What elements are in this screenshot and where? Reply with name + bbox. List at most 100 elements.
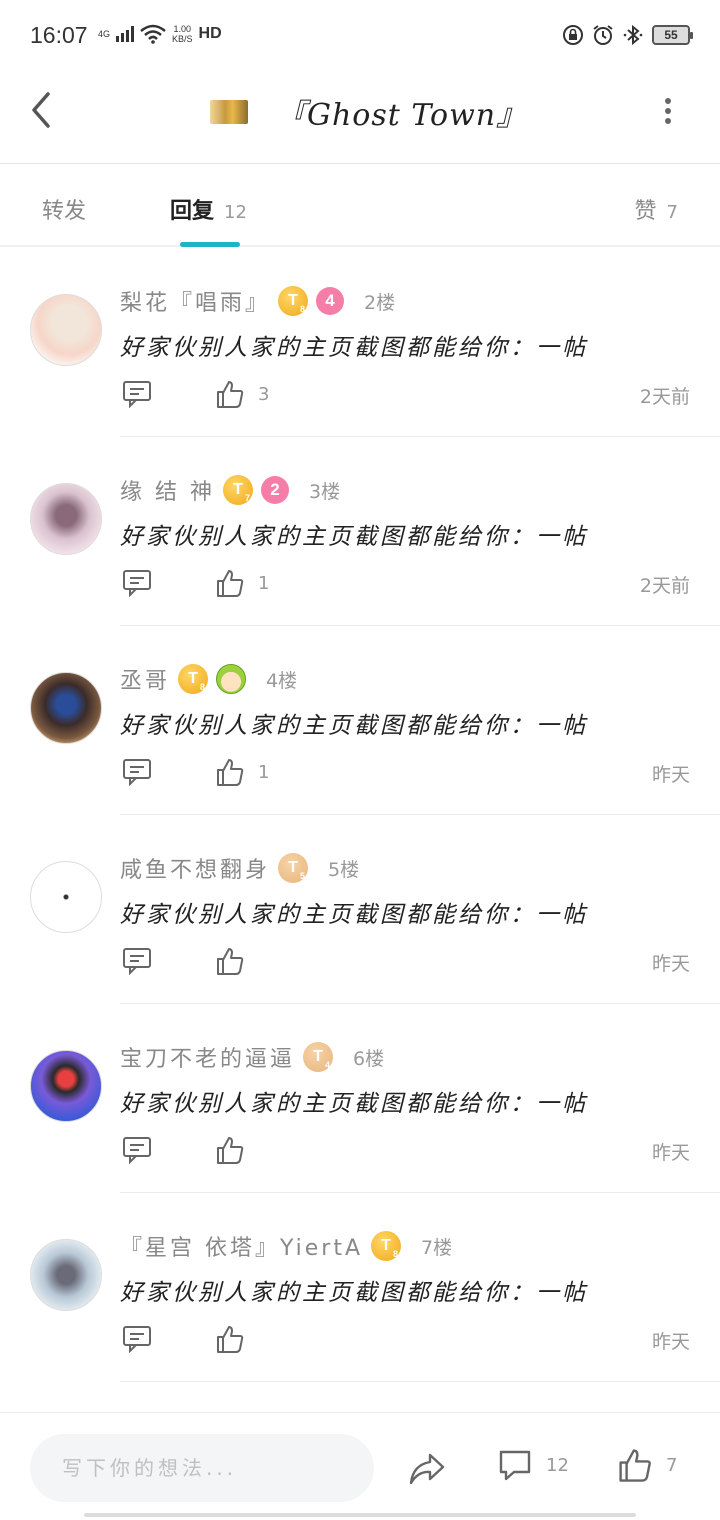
like-post-button[interactable]: 7 xyxy=(618,1447,677,1483)
avatar[interactable] xyxy=(30,1050,102,1122)
thumbs-up-icon xyxy=(217,759,244,786)
avatar[interactable] xyxy=(30,672,102,744)
reply-content: 好家伙别人家的主页截图都能给你：一帖 xyxy=(120,1091,588,1117)
user-name[interactable]: 宝刀不老的逼逼 xyxy=(120,1041,295,1073)
tab-like[interactable]: 赞 7 xyxy=(635,193,678,225)
user-name[interactable]: 丞哥 xyxy=(120,663,170,695)
avatar[interactable] xyxy=(30,483,102,555)
comment-icon[interactable] xyxy=(122,1136,152,1164)
share-icon[interactable] xyxy=(408,1451,446,1487)
reply-time: 昨天 xyxy=(651,764,690,786)
app-header: 『Ghost Town』 xyxy=(0,72,720,164)
reply-time: 2天前 xyxy=(639,386,690,408)
avatar[interactable] xyxy=(30,861,102,933)
user-level-badge: T8 xyxy=(178,664,209,694)
status-time: 16:07 xyxy=(30,22,88,48)
tab-like-count: 7 xyxy=(666,202,678,223)
tab-bar: 转发 回复 12 赞 7 xyxy=(0,165,720,247)
thumbs-up-icon xyxy=(217,381,244,408)
user-name[interactable]: 咸鱼不想翻身 xyxy=(120,852,270,884)
more-dot-icon xyxy=(665,108,671,114)
thumbs-up-icon xyxy=(217,570,244,597)
fan-level-badge: 2 xyxy=(261,476,289,504)
reply-header: 梨花『唱雨』 T8 4 2楼 xyxy=(120,286,395,316)
network-speed: 1.00 KB/S xyxy=(172,24,193,44)
header-center: 『Ghost Town』 xyxy=(210,90,527,134)
tab-forward[interactable]: 转发 xyxy=(42,193,86,225)
like-button[interactable]: 3 xyxy=(216,378,269,410)
like-count: 1 xyxy=(258,761,270,783)
floor-number: 5楼 xyxy=(328,858,360,881)
more-dot-icon xyxy=(665,118,671,124)
comment-input[interactable] xyxy=(30,1434,374,1502)
reply-actions: 昨天 xyxy=(120,945,690,977)
wifi-icon xyxy=(140,24,166,44)
user-level-badge: T8 xyxy=(278,286,309,316)
tab-reply-count: 12 xyxy=(224,202,247,223)
reply-time: 2天前 xyxy=(639,575,690,597)
floor-number: 6楼 xyxy=(353,1047,385,1070)
thumbs-up-icon xyxy=(217,1326,244,1353)
reply-time: 昨天 xyxy=(651,1142,690,1164)
comment-bubble-icon xyxy=(499,1450,531,1481)
thumbs-up-icon xyxy=(217,1137,244,1164)
battery-icon: 55 xyxy=(652,25,693,45)
reply-time: 昨天 xyxy=(651,953,690,975)
comment-icon[interactable] xyxy=(122,569,152,597)
reply-item: 咸鱼不想翻身 T5 5楼 好家伙别人家的主页截图都能给你：一帖 昨天 xyxy=(0,815,720,1004)
reply-actions: 3 2天前 xyxy=(120,378,690,410)
speed-value: 1.00 xyxy=(173,24,192,34)
like-button[interactable] xyxy=(216,1323,258,1355)
like-button[interactable]: 1 xyxy=(216,756,269,788)
user-name[interactable]: 梨花『唱雨』 xyxy=(120,285,270,317)
tab-reply[interactable]: 回复 12 xyxy=(170,193,247,225)
speed-unit: KB/S xyxy=(172,34,193,44)
more-options-button[interactable] xyxy=(656,94,680,128)
reply-content: 好家伙别人家的主页截图都能给你：一帖 xyxy=(120,524,588,550)
home-indicator[interactable] xyxy=(84,1513,636,1517)
user-level-badge: T8 xyxy=(371,1231,402,1261)
thumbs-up-icon xyxy=(217,948,244,975)
comment-icon[interactable] xyxy=(122,380,152,408)
like-button[interactable] xyxy=(216,945,258,977)
user-level-badge: T7 xyxy=(223,475,253,505)
reply-item: 宝刀不老的逼逼 T4 6楼 好家伙别人家的主页截图都能给你：一帖 昨天 xyxy=(0,1004,720,1193)
reply-actions: 1 2天前 xyxy=(120,567,690,599)
reply-time: 昨天 xyxy=(651,1331,690,1353)
reply-item: 丞哥 T8 4楼 好家伙别人家的主页截图都能给你：一帖 1 昨天 xyxy=(0,626,720,815)
reply-header: 丞哥 T8 4楼 xyxy=(120,664,297,694)
divider xyxy=(120,1381,720,1382)
tab-reply-label: 回复 xyxy=(170,199,215,224)
comment-icon[interactable] xyxy=(122,1325,152,1353)
reply-item: 『星宫 依塔』YiertA T8 7楼 好家伙别人家的主页截图都能给你：一帖 昨… xyxy=(0,1193,720,1382)
reply-content: 好家伙别人家的主页截图都能给你：一帖 xyxy=(120,335,588,361)
reply-actions: 昨天 xyxy=(120,1134,690,1166)
reply-item: 梨花『唱雨』 T8 4 2楼 好家伙别人家的主页截图都能给你：一帖 3 2天前 xyxy=(0,248,720,437)
bottom-action-bar: 12 7 xyxy=(0,1412,720,1520)
signal-icon xyxy=(116,26,135,42)
user-name[interactable]: 『星宫 依塔』YiertA xyxy=(120,1230,363,1262)
back-button[interactable] xyxy=(26,88,66,132)
avatar[interactable] xyxy=(30,1239,102,1311)
comment-icon[interactable] xyxy=(122,758,152,786)
comment-button[interactable]: 12 xyxy=(498,1449,569,1481)
active-tab-indicator xyxy=(180,242,240,247)
user-name[interactable]: 缘 结 神 xyxy=(120,474,215,506)
reply-content: 好家伙别人家的主页截图都能给你：一帖 xyxy=(120,713,588,739)
page-title: 『Ghost Town』 xyxy=(276,98,528,133)
like-button[interactable] xyxy=(216,1134,258,1166)
reply-list: 梨花『唱雨』 T8 4 2楼 好家伙别人家的主页截图都能给你：一帖 3 2天前 … xyxy=(0,248,720,1382)
reply-actions: 昨天 xyxy=(120,1323,690,1355)
comment-icon[interactable] xyxy=(122,947,152,975)
network-label: 4G xyxy=(98,29,111,39)
reply-header: 缘 结 神 T7 2 3楼 xyxy=(120,475,340,505)
bluetooth-icon xyxy=(623,24,643,46)
back-arrow-icon xyxy=(32,92,50,128)
avatar[interactable] xyxy=(30,294,102,366)
reply-content: 好家伙别人家的主页截图都能给你：一帖 xyxy=(120,1280,588,1306)
reply-header: 宝刀不老的逼逼 T4 6楼 xyxy=(120,1042,384,1072)
reply-header: 『星宫 依塔』YiertA T8 7楼 xyxy=(120,1231,452,1261)
like-button[interactable]: 1 xyxy=(216,567,269,599)
user-level-badge: T4 xyxy=(303,1042,334,1072)
status-left-icons: 4G 1.00 KB/S HD xyxy=(98,24,222,44)
